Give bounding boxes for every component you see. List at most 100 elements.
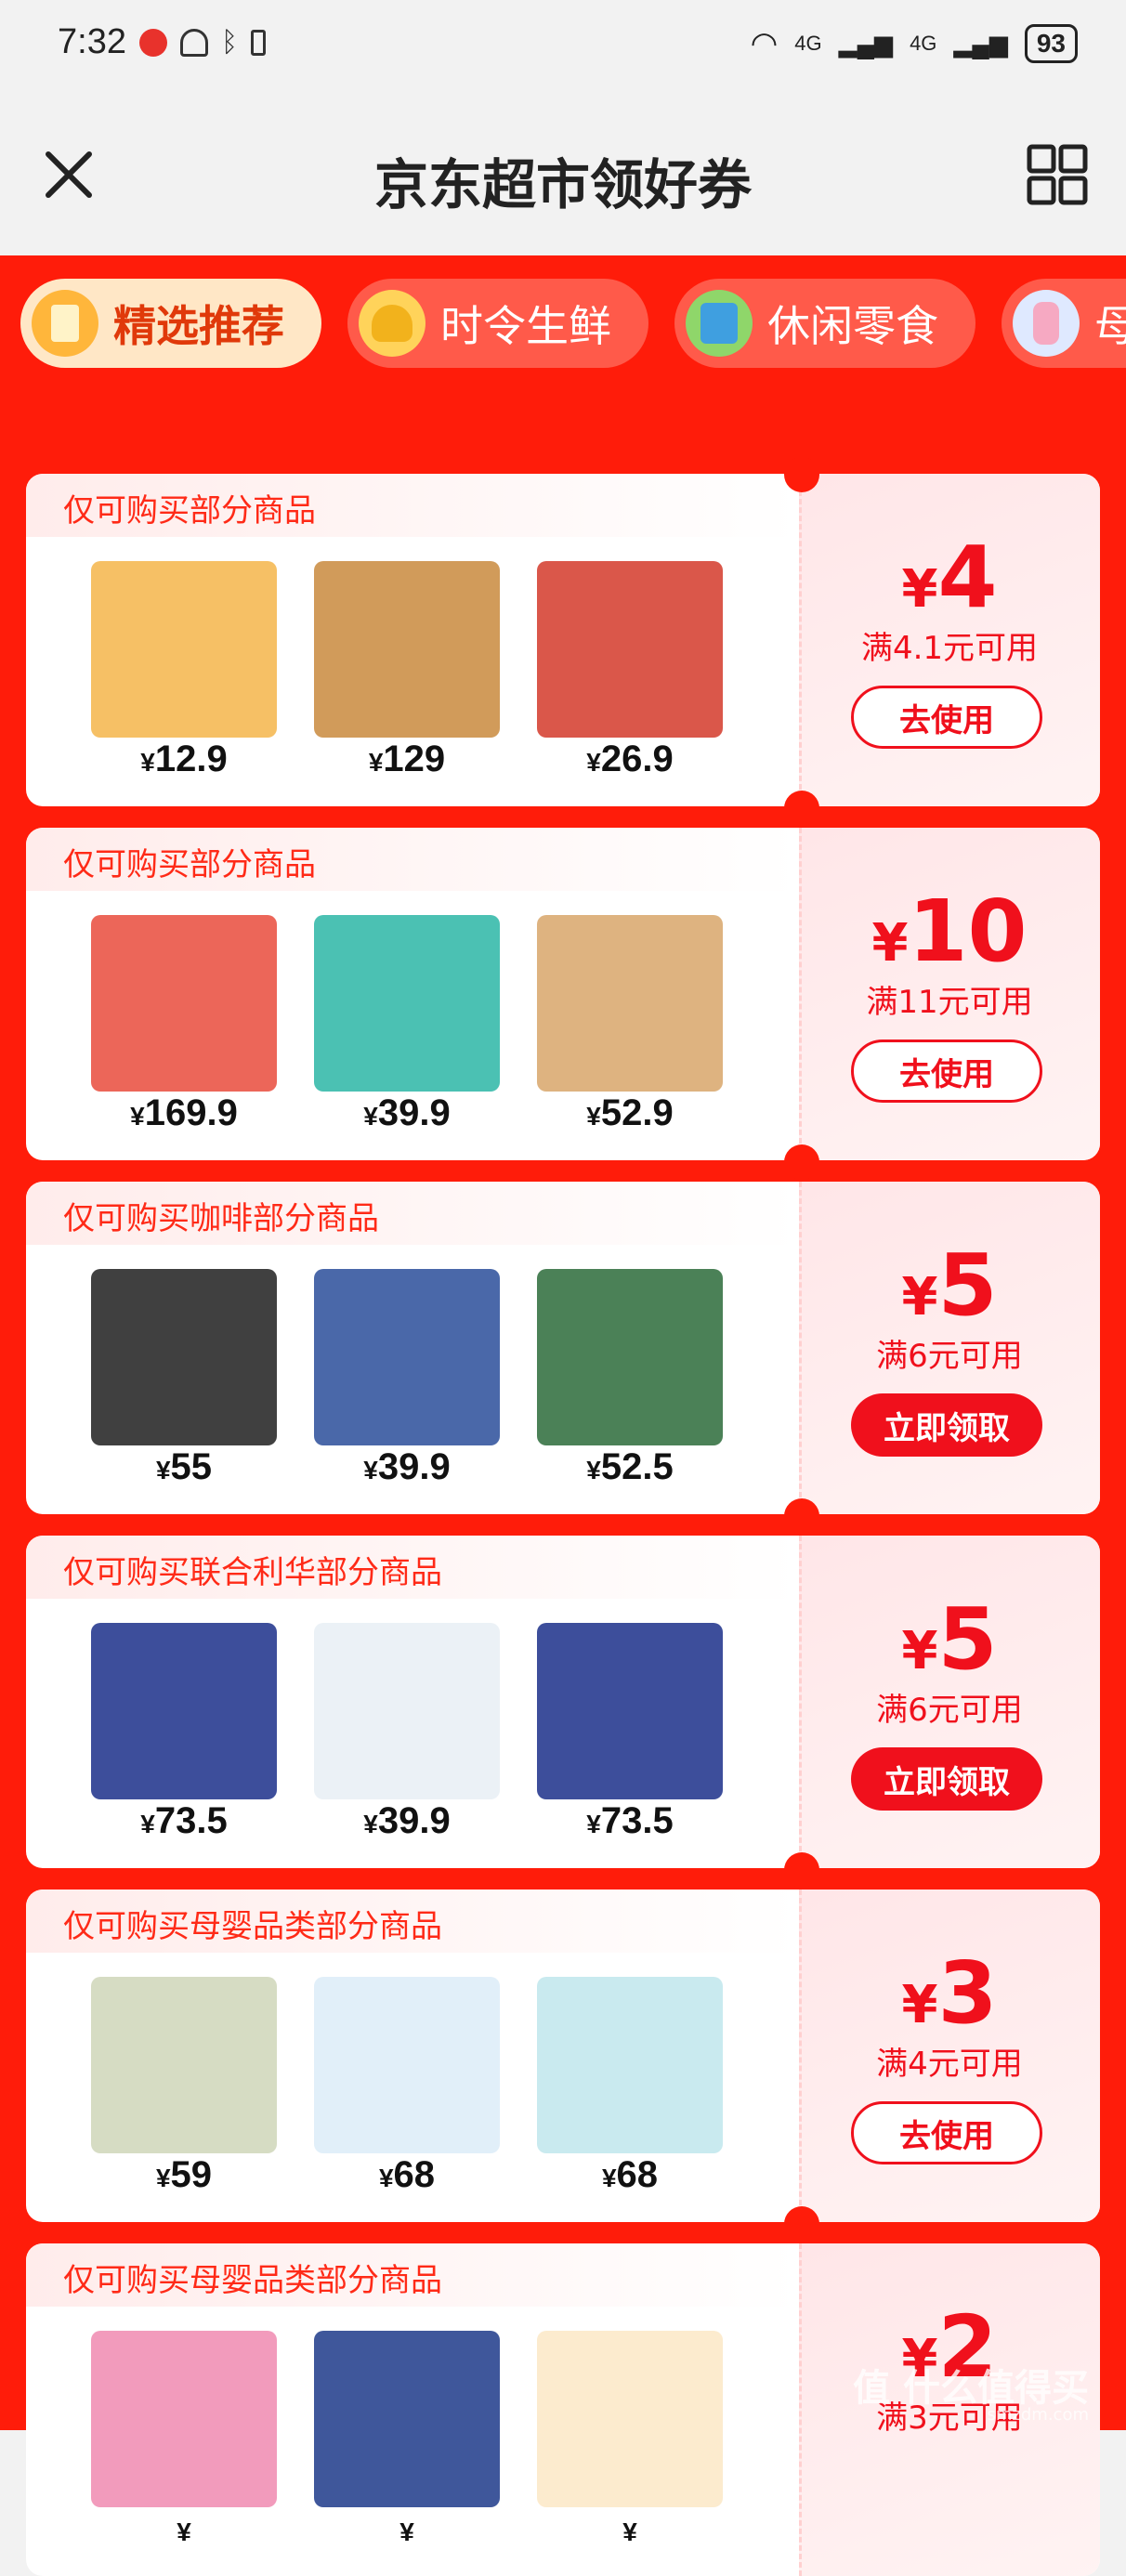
price-value: 12.9: [154, 739, 228, 779]
product-image: [537, 915, 723, 1092]
product-image: [91, 1623, 277, 1799]
coupon-action-button[interactable]: 去使用: [851, 2101, 1042, 2164]
product-price: ¥12.9: [72, 739, 295, 780]
price-currency: ¥: [363, 1102, 378, 1131]
price-currency: ¥: [155, 1456, 171, 1484]
price-value: 52.5: [600, 1446, 674, 1487]
price-value: 52.9: [600, 1092, 674, 1133]
price-value: 59: [170, 2154, 213, 2195]
product-price: ¥26.9: [518, 739, 741, 780]
product-price: ¥: [295, 2508, 518, 2550]
product-item[interactable]: ¥: [518, 2318, 741, 2569]
product-price: ¥: [518, 2508, 741, 2550]
amount-value: 4: [937, 528, 998, 627]
price-value: 39.9: [377, 1092, 451, 1133]
tab-featured[interactable]: 精选推荐: [20, 279, 321, 368]
status-bar: 7:32 ᛒ ◠ 4G ▂▄▆ 4G ▂▄▆ 93: [0, 0, 1126, 93]
price-currency: ¥: [586, 1102, 601, 1131]
price-currency: ¥: [130, 1102, 145, 1131]
coupon-card: 仅可购买母婴品类部分商品 ¥59 ¥68 ¥68 ¥3 满4元可用 去使用: [26, 1890, 1100, 2222]
ticket-notch: [784, 791, 819, 826]
coupon-amount: ¥4: [799, 528, 1100, 627]
product-item[interactable]: ¥169.9: [72, 902, 295, 1153]
product-item[interactable]: ¥: [295, 2318, 518, 2569]
network-label-2: 4G: [910, 32, 937, 55]
amount-value: 5: [937, 1236, 998, 1335]
grid-menu-icon[interactable]: [1024, 141, 1091, 208]
battery-level: 93: [1024, 24, 1078, 63]
baby-bottle-icon: [1013, 290, 1080, 357]
signal-icon-2: ▂▄▆: [953, 29, 1008, 58]
product-image: [91, 915, 277, 1092]
product-item[interactable]: ¥129: [295, 548, 518, 799]
tab-fresh[interactable]: 时令生鲜: [347, 279, 648, 368]
product-price: ¥169.9: [72, 1092, 295, 1134]
coupon-action-button[interactable]: 立即领取: [851, 1393, 1042, 1457]
product-item[interactable]: ¥73.5: [518, 1610, 741, 1861]
product-image: [314, 2331, 500, 2507]
product-price: ¥55: [72, 1446, 295, 1488]
coupon-action-button[interactable]: 去使用: [851, 1040, 1042, 1103]
price-currency: ¥: [622, 2517, 637, 2546]
product-price: ¥52.5: [518, 1446, 741, 1488]
amount-value: 3: [937, 1943, 998, 2043]
product-image: [537, 2331, 723, 2507]
product-item[interactable]: ¥39.9: [295, 902, 518, 1153]
coupon-amount: ¥3: [799, 1943, 1100, 2043]
product-item[interactable]: ¥12.9: [72, 548, 295, 799]
product-image: [314, 915, 500, 1092]
wifi-icon: ◠: [750, 26, 779, 61]
product-item[interactable]: ¥68: [295, 1964, 518, 2215]
price-value: 73.5: [154, 1800, 228, 1841]
amount-value: 10: [908, 882, 1028, 981]
product-item[interactable]: ¥55: [72, 1256, 295, 1507]
product-price: ¥39.9: [295, 1092, 518, 1134]
product-image: [314, 561, 500, 738]
product-price: ¥39.9: [295, 1800, 518, 1842]
price-currency: ¥: [601, 2164, 617, 2192]
coupon-title: 仅可购买咖啡部分商品: [63, 1200, 379, 1237]
product-item[interactable]: ¥52.5: [518, 1256, 741, 1507]
price-value: 73.5: [600, 1800, 674, 1841]
tab-label: 母: [1094, 301, 1126, 351]
tab-snacks[interactable]: 休闲零食: [674, 279, 975, 368]
product-item[interactable]: ¥26.9: [518, 548, 741, 799]
product-item[interactable]: ¥68: [518, 1964, 741, 2215]
tab-label: 精选推荐: [113, 301, 284, 351]
coupon-title: 仅可购买部分商品: [63, 846, 316, 883]
coupon-condition: 满4元可用: [876, 2046, 1023, 2083]
price-currency: ¥: [368, 748, 384, 777]
ticket-notch: [784, 2206, 819, 2242]
coupon-action-button[interactable]: 立即领取: [851, 1747, 1042, 1811]
signal-icon: ▂▄▆: [838, 29, 894, 58]
product-price: ¥129: [295, 739, 518, 780]
tab-baby[interactable]: 母: [1002, 279, 1126, 368]
product-image: [91, 1269, 277, 1445]
product-price: ¥52.9: [518, 1092, 741, 1134]
coupon-title: 仅可购买母婴品类部分商品: [63, 2262, 442, 2299]
product-item[interactable]: ¥52.9: [518, 902, 741, 1153]
product-price: ¥73.5: [518, 1800, 741, 1842]
coupon-action-button[interactable]: 去使用: [851, 686, 1042, 749]
price-value: 129: [383, 739, 446, 779]
status-left-icons: ᛒ: [139, 26, 266, 59]
product-item[interactable]: ¥73.5: [72, 1610, 295, 1861]
amount-value: 5: [937, 1589, 998, 1689]
product-price: ¥: [72, 2508, 295, 2550]
coupon-condition: 满6元可用: [876, 1692, 1023, 1729]
watermark-url: smzdm.com: [987, 2405, 1090, 2425]
price-currency: ¥: [140, 748, 155, 777]
product-item[interactable]: ¥39.9: [295, 1610, 518, 1861]
product-price: ¥59: [72, 2154, 295, 2196]
fruit-icon: [359, 290, 426, 357]
category-tabs: 精选推荐 时令生鲜 休闲零食 母: [20, 279, 1126, 372]
product-price: ¥39.9: [295, 1446, 518, 1488]
coupon-amount: ¥10: [799, 882, 1100, 981]
price-currency: ¥: [363, 1810, 378, 1838]
product-image: [314, 1269, 500, 1445]
price-value: 68: [393, 2154, 436, 2195]
watermark-logo: 值 什么值得买: [853, 2367, 1089, 2410]
product-item[interactable]: ¥39.9: [295, 1256, 518, 1507]
product-item[interactable]: ¥: [72, 2318, 295, 2569]
product-item[interactable]: ¥59: [72, 1964, 295, 2215]
